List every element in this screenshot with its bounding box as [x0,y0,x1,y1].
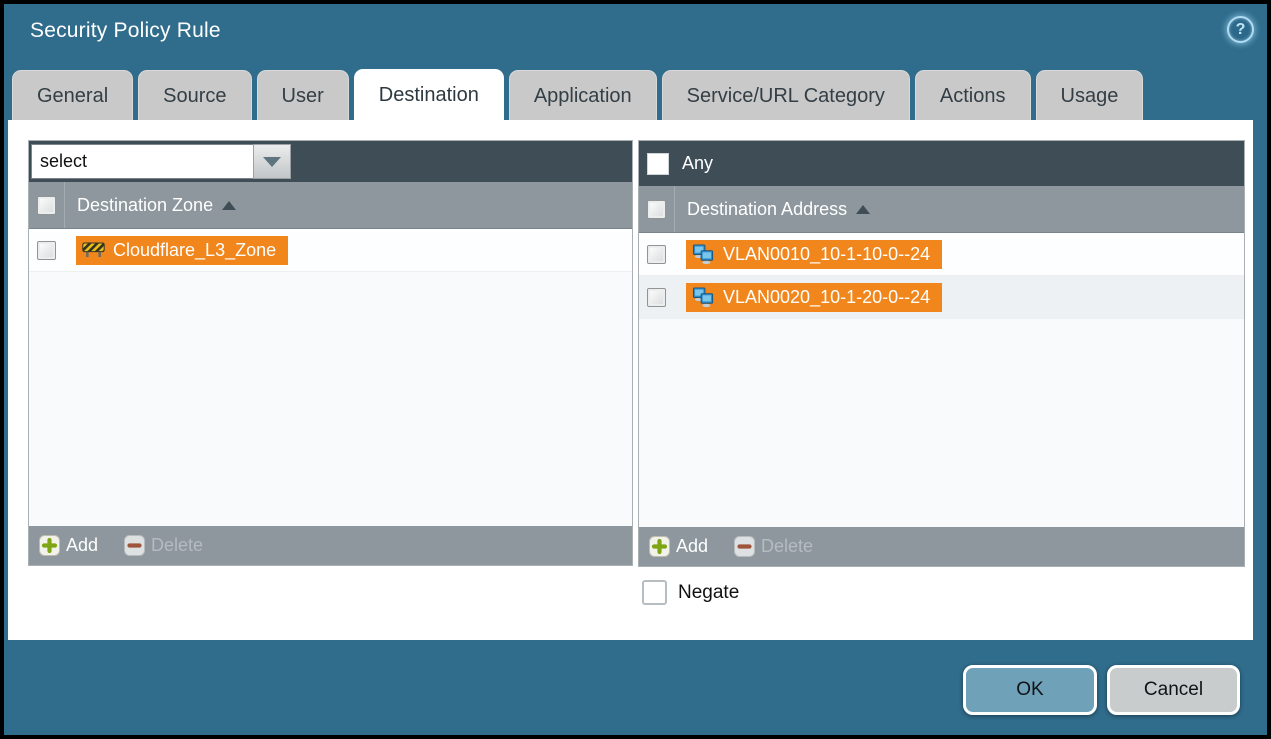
zone-toolbar [29,141,632,182]
destination-address-panel: Any Destination Address [638,140,1245,567]
network-address-icon [692,244,715,265]
security-policy-rule-dialog: Security Policy Rule ? General Source Us… [0,0,1271,739]
address-column-label[interactable]: Destination Address [687,199,847,220]
minus-icon [734,536,755,557]
address-item-label: VLAN0010_10-1-10-0--24 [723,244,930,265]
zone-select [31,144,291,179]
delete-button-label: Delete [761,536,813,557]
delete-button[interactable]: Delete [734,536,813,557]
table-row[interactable]: VLAN0010_10-1-10-0--24 [639,233,1244,276]
tab-bar: General Source User Destination Applicat… [12,70,1143,120]
help-icon[interactable]: ? [1227,16,1254,43]
zone-select-dropdown-button[interactable] [253,144,291,179]
address-row-checkbox[interactable] [647,288,666,307]
minus-icon [124,535,145,556]
address-item-label: VLAN0020_10-1-20-0--24 [723,287,930,308]
table-row[interactable]: VLAN0020_10-1-20-0--24 [639,276,1244,319]
delete-button-label: Delete [151,535,203,556]
tab-service-url-category[interactable]: Service/URL Category [662,70,910,120]
tab-source[interactable]: Source [138,70,251,120]
address-select-all-cell [639,186,675,232]
zone-item-label: Cloudflare_L3_Zone [113,240,276,261]
delete-button[interactable]: Delete [124,535,203,556]
zone-column-header: Destination Zone [29,182,632,229]
tab-content: Destination Zone [8,120,1253,640]
add-button-label: Add [676,536,708,557]
network-address-icon [692,287,715,308]
plus-icon [39,535,60,556]
address-footer: Add Delete [639,527,1244,566]
tab-destination[interactable]: Destination [354,69,504,120]
tab-user[interactable]: User [257,70,349,120]
any-header: Any [639,141,1244,186]
sort-ascending-icon[interactable] [856,205,870,214]
negate-checkbox[interactable] [642,580,667,605]
tab-application[interactable]: Application [509,70,657,120]
table-row[interactable]: Cloudflare_L3_Zone [29,229,632,272]
tab-actions[interactable]: Actions [915,70,1031,120]
address-column-header: Destination Address [639,186,1244,233]
zone-column-label[interactable]: Destination Zone [77,195,213,216]
zone-select-all-cell [29,182,65,228]
address-list: VLAN0010_10-1-10-0--24 [639,233,1244,527]
zone-icon [82,242,105,258]
negate-label: Negate [678,582,739,604]
zone-row-checkbox[interactable] [37,241,56,260]
address-item[interactable]: VLAN0020_10-1-20-0--24 [686,283,942,312]
address-item[interactable]: VLAN0010_10-1-10-0--24 [686,240,942,269]
destination-zone-panel: Destination Zone [28,140,633,566]
any-label: Any [682,153,713,174]
zone-item[interactable]: Cloudflare_L3_Zone [76,236,288,265]
zone-select-all-checkbox[interactable] [37,196,56,215]
ok-button[interactable]: OK [963,665,1097,715]
sort-ascending-icon[interactable] [222,201,236,210]
dialog-title: Security Policy Rule [30,19,221,43]
zone-footer: Add Delete [29,526,632,565]
zone-select-input[interactable] [31,144,253,179]
plus-icon [649,536,670,557]
address-select-all-checkbox[interactable] [647,200,666,219]
tab-general[interactable]: General [12,70,133,120]
negate-option[interactable]: Negate [642,580,739,605]
cancel-button[interactable]: Cancel [1107,665,1240,715]
add-button-label: Add [66,535,98,556]
add-button[interactable]: Add [39,535,98,556]
zone-list: Cloudflare_L3_Zone [29,229,632,526]
address-row-checkbox[interactable] [647,245,666,264]
tab-usage[interactable]: Usage [1036,70,1144,120]
any-checkbox[interactable] [647,153,669,175]
chevron-down-icon [263,157,281,167]
add-button[interactable]: Add [649,536,708,557]
